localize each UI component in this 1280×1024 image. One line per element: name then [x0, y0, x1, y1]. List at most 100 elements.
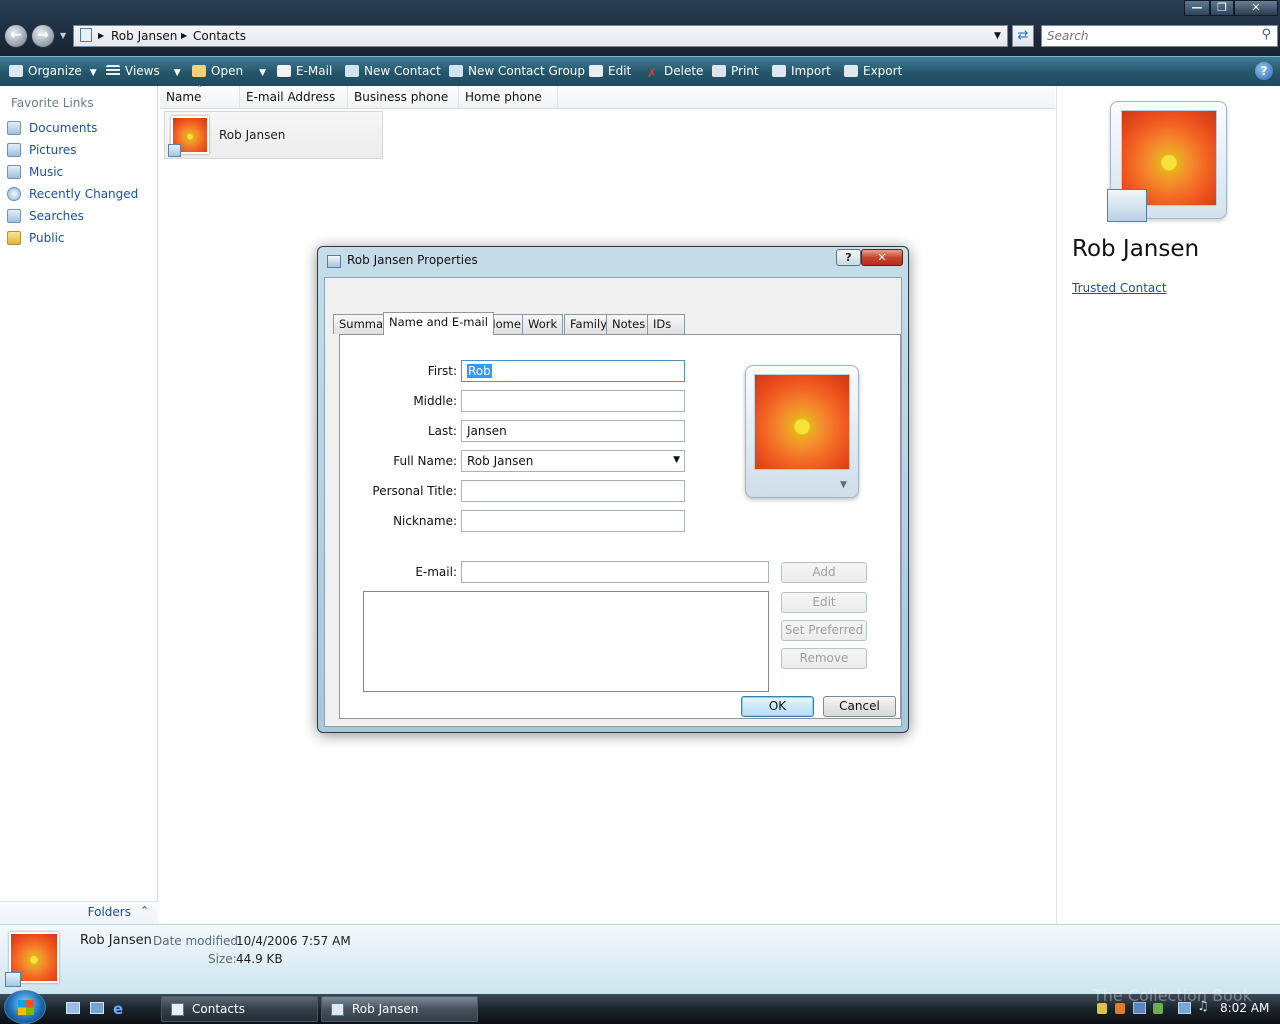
- nav-item-label: Pictures: [29, 143, 77, 157]
- navigation-pane: Favorite Links Documents Pictures Music …: [0, 86, 158, 924]
- set-preferred-button[interactable]: Set Preferred: [781, 620, 867, 641]
- export-label: Export: [863, 64, 903, 78]
- nav-item-label: Recently Changed: [29, 187, 139, 201]
- taskbar-button-contacts[interactable]: Contacts: [161, 996, 318, 1022]
- views-button[interactable]: Views ▼: [106, 57, 181, 86]
- organize-label: Organize: [28, 64, 82, 78]
- show-desktop-icon[interactable]: [66, 1002, 80, 1014]
- export-button[interactable]: Export: [844, 57, 902, 86]
- contact-card-icon: [1107, 189, 1147, 222]
- help-icon[interactable]: ?: [1255, 62, 1273, 80]
- forward-button[interactable]: →: [31, 24, 55, 48]
- email-list[interactable]: [363, 591, 769, 692]
- export-icon: [844, 65, 858, 77]
- dialog-help-button[interactable]: ?: [836, 249, 861, 266]
- start-button[interactable]: [4, 990, 46, 1024]
- trusted-contact-link[interactable]: Trusted Contact: [1072, 281, 1167, 295]
- column-business-phone[interactable]: Business phone: [348, 86, 459, 108]
- delete-button[interactable]: ✗ Delete: [645, 57, 703, 86]
- details-name: Rob Jansen: [80, 933, 152, 948]
- internet-explorer-icon[interactable]: e: [113, 1000, 123, 1018]
- monitor-tray-icon[interactable]: [1178, 1002, 1191, 1014]
- tab-ids[interactable]: IDs: [647, 314, 685, 334]
- chevron-down-icon: ▼: [89, 68, 97, 78]
- update-tray-icon[interactable]: [1153, 1003, 1163, 1014]
- column-email-address[interactable]: E-mail Address: [240, 86, 348, 108]
- back-button[interactable]: ←: [4, 24, 28, 48]
- search-input[interactable]: [1042, 26, 1252, 46]
- minimize-button[interactable]: —: [1184, 0, 1210, 16]
- preview-contact-name: Rob Jansen: [1072, 236, 1200, 262]
- last-name-field[interactable]: Jansen: [461, 420, 685, 442]
- email-label: E-mail:: [415, 565, 457, 579]
- organize-button[interactable]: Organize ▼: [9, 57, 97, 86]
- full-name-value: Rob Jansen: [467, 454, 534, 468]
- column-header-row: Name ⌃ E-mail Address Business phone Home…: [160, 84, 1055, 109]
- remove-email-button[interactable]: Remove: [781, 648, 867, 669]
- views-label: Views: [125, 64, 160, 78]
- sort-ascending-icon: ⌃: [196, 84, 203, 93]
- edit-email-button[interactable]: Edit: [781, 592, 867, 613]
- clock[interactable]: 8:02 AM: [1220, 1001, 1269, 1015]
- cancel-button[interactable]: Cancel: [823, 696, 896, 717]
- nav-item-public[interactable]: Public: [7, 230, 65, 248]
- personal-title-field[interactable]: [461, 480, 685, 502]
- email-field[interactable]: [461, 561, 769, 583]
- open-button[interactable]: Open ▼: [192, 57, 266, 86]
- volume-icon[interactable]: ♫: [1197, 999, 1209, 1014]
- nav-item-music[interactable]: Music: [7, 164, 63, 182]
- print-button[interactable]: Print: [712, 57, 759, 86]
- search-icon[interactable]: ⚲: [1261, 27, 1271, 42]
- address-dropdown-icon[interactable]: ▼: [994, 31, 1001, 41]
- chevron-up-icon[interactable]: ⌃: [140, 904, 149, 917]
- tab-work[interactable]: Work: [522, 314, 564, 334]
- middle-name-field[interactable]: [461, 390, 685, 412]
- network-tray-icon[interactable]: [1133, 1002, 1146, 1014]
- email-icon: [277, 65, 291, 77]
- restore-button[interactable]: ❐: [1210, 0, 1234, 16]
- import-button[interactable]: Import: [772, 57, 831, 86]
- security-tray-icon[interactable]: [1097, 1003, 1107, 1014]
- dialog-close-button[interactable]: ✕: [861, 249, 903, 266]
- nav-item-searches[interactable]: Searches: [7, 208, 84, 226]
- shield-tray-icon[interactable]: [1115, 1003, 1125, 1014]
- address-bar[interactable]: ▶ Rob Jansen ▶ Contacts ▼: [73, 25, 1008, 47]
- folders-bar[interactable]: Folders ⌃: [0, 901, 158, 924]
- recently-changed-icon: [7, 187, 21, 201]
- column-home-phone[interactable]: Home phone: [459, 86, 558, 108]
- new-contact-group-button[interactable]: New Contact Group: [449, 57, 585, 86]
- chevron-down-icon: ▼: [173, 68, 181, 78]
- full-name-select[interactable]: Rob Jansen ▼: [461, 450, 685, 472]
- email-label: E-Mail: [296, 64, 333, 78]
- column-name[interactable]: Name ⌃: [160, 84, 240, 108]
- breadcrumb-user[interactable]: Rob Jansen: [111, 29, 177, 43]
- open-icon: [192, 65, 206, 77]
- close-window-button[interactable]: ✕: [1234, 0, 1278, 16]
- tab-name-and-email[interactable]: Name and E-mail: [383, 312, 494, 335]
- switch-windows-icon[interactable]: [90, 1002, 104, 1014]
- contact-picture-button[interactable]: ▼: [745, 365, 859, 498]
- new-contact-label: New Contact: [364, 64, 441, 78]
- breadcrumb-contacts[interactable]: Contacts: [193, 29, 246, 43]
- add-email-button[interactable]: Add: [781, 562, 867, 583]
- contact-item[interactable]: Rob Jansen: [164, 111, 383, 159]
- edit-button[interactable]: Edit: [589, 57, 631, 86]
- new-contact-button[interactable]: New Contact: [345, 57, 441, 86]
- personal-title-label: Personal Title:: [372, 484, 457, 498]
- nickname-field[interactable]: [461, 510, 685, 532]
- search-box[interactable]: ⚲: [1041, 25, 1278, 47]
- recent-pages-icon[interactable]: ▼: [60, 31, 66, 40]
- print-label: Print: [731, 64, 759, 78]
- first-name-field[interactable]: Rob: [461, 360, 685, 382]
- nav-item-pictures[interactable]: Pictures: [7, 142, 77, 160]
- tab-notes[interactable]: Notes: [606, 314, 652, 334]
- refresh-button[interactable]: ⇄: [1012, 25, 1034, 47]
- minimize-icon: —: [1191, 1, 1203, 14]
- middle-name-label: Middle:: [413, 394, 457, 408]
- preview-pane: Rob Jansen Trusted Contact: [1056, 86, 1280, 924]
- taskbar-button-properties[interactable]: Rob Jansen Properties: [321, 996, 478, 1022]
- nav-item-documents[interactable]: Documents: [7, 120, 97, 138]
- ok-button[interactable]: OK: [741, 696, 814, 717]
- email-button[interactable]: E-Mail: [277, 57, 332, 86]
- nav-item-recently-changed[interactable]: Recently Changed: [7, 186, 138, 204]
